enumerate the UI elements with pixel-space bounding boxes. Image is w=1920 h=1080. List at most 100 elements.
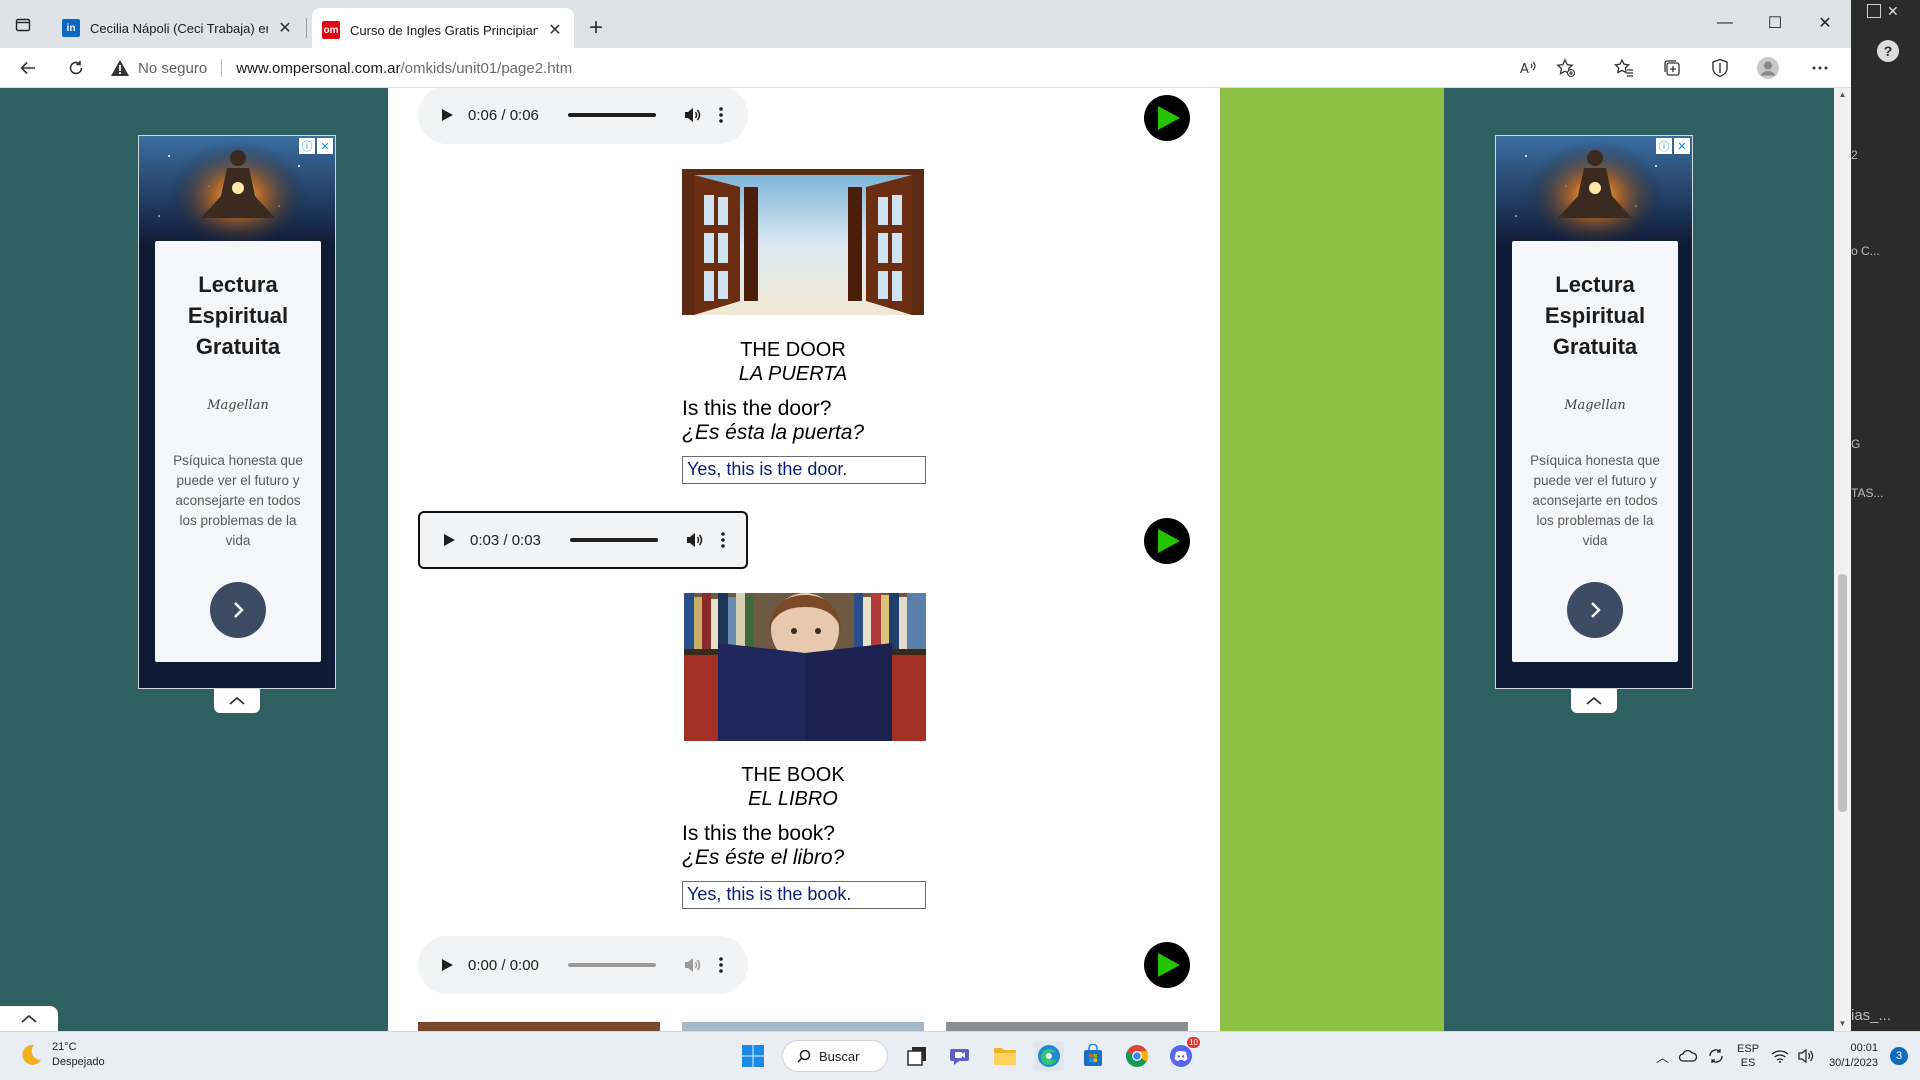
lang-bottom: ES [1740,1057,1756,1069]
ad-card[interactable]: Lectura Espiritual Gratuita Magellan Psí… [155,241,321,662]
audio-time: 0:03 / 0:03 [470,531,541,549]
play-icon[interactable] [442,533,456,547]
audio-player[interactable]: 0:06 / 0:06 [418,88,748,144]
ad-choices[interactable]: ⓘ ✕ [1656,138,1690,154]
more-vert-icon[interactable] [718,106,724,124]
wifi-icon[interactable] [1771,1049,1789,1063]
task-view-icon[interactable] [902,1041,932,1071]
ad-description: Psíquica honesta que puede ver el futuro… [173,453,303,548]
scroll-up-arrow-icon[interactable]: ▲ [1838,90,1847,100]
sync-icon[interactable] [1707,1047,1725,1065]
refresh-button[interactable] [60,52,92,84]
ad-collapse-button[interactable] [1571,689,1617,713]
close-icon[interactable]: ✕ [317,138,333,154]
ad-title-line: Espiritual [1544,303,1646,328]
minimize-button[interactable]: — [1700,8,1750,38]
info-icon[interactable]: ⓘ [299,138,315,154]
audio-progress[interactable] [570,538,658,542]
add-favorite-icon[interactable] [1554,56,1578,80]
help-icon[interactable]: ? [1877,40,1899,62]
chevron-right-icon [1591,602,1601,618]
scroll-thumb[interactable] [1838,574,1847,812]
omnibox[interactable]: No seguro www.ompersonal.com.ar/omkids/u… [110,52,1590,84]
page-scrollbar[interactable]: ▲ ▼ [1834,88,1851,1031]
file-explorer-icon[interactable] [990,1041,1020,1071]
favorites-icon[interactable] [1612,56,1636,80]
tab-linkedin[interactable]: in Cecilia Nápoli (Ceci Trabaja) en L ✕ [52,8,304,48]
discord-icon[interactable]: 10 [1166,1037,1200,1071]
scroll-down-arrow-icon[interactable]: ▼ [1838,1019,1847,1029]
close-window-button[interactable]: ✕ [1800,8,1850,38]
moon-icon [22,1044,41,1065]
question-es: ¿Es éste el libro? [682,846,845,869]
onedrive-icon[interactable] [1679,1049,1698,1063]
ad-title: Lectura Espiritual Gratuita [155,269,321,362]
teams-chat-icon[interactable] [946,1041,976,1071]
ad-next-button[interactable] [210,582,266,638]
ad-title-line: Lectura [1555,272,1635,297]
windows-start-icon[interactable] [738,1041,768,1071]
volume-icon[interactable] [684,530,704,550]
audio-progress[interactable] [568,963,656,967]
close-icon[interactable]: ✕ [1887,3,1899,20]
window-square-icon[interactable] [1867,4,1881,18]
ad-brand-logo: Magellan [1564,398,1626,413]
question: Is this the book? ¿Es éste el libro? [682,822,1002,870]
ad-title-line: Lectura [198,272,278,297]
audio-player[interactable]: 0:00 / 0:00 [418,936,748,994]
side-panel-item: TAS... [1851,486,1884,500]
ad-next-button[interactable] [1567,582,1623,638]
answer-field[interactable]: Yes, this is the door. [682,456,926,484]
play-icon[interactable] [440,958,454,972]
weather-temp: 21°C [52,1041,77,1053]
close-icon[interactable]: ✕ [276,19,294,37]
language-indicator[interactable]: ESP ES [1737,1042,1759,1070]
chrome-icon[interactable] [1122,1041,1152,1071]
play-button-green[interactable] [1144,942,1190,988]
ad-card[interactable]: Lectura Espiritual Gratuita Magellan Psí… [1512,241,1678,662]
collections-icon[interactable] [1660,56,1684,80]
more-options-icon[interactable] [1808,56,1832,80]
audio-player[interactable]: 0:03 / 0:03 [418,511,748,569]
omnibox-divider [221,59,223,77]
play-icon[interactable] [440,108,454,122]
back-button[interactable] [12,52,44,84]
volume-icon[interactable] [682,955,702,975]
ad-right[interactable]: ⓘ ✕ Lectura Espiritual Gratuita Magellan … [1495,135,1693,689]
info-icon[interactable]: ⓘ [1656,138,1672,154]
edge-browser-icon[interactable] [1034,1041,1064,1071]
audio-progress[interactable] [568,113,656,117]
notification-count-badge[interactable]: 3 [1890,1047,1908,1065]
close-icon[interactable]: ✕ [546,21,564,39]
answer-field[interactable]: Yes, this is the book. [682,881,926,909]
play-button-green[interactable] [1144,518,1190,564]
maximize-button[interactable]: ☐ [1750,8,1800,38]
side-panel-item: ias_... [1851,1007,1892,1024]
taskbar-search[interactable]: Buscar [782,1040,888,1072]
close-icon[interactable]: ✕ [1674,138,1690,154]
system-tray: ︿ ESP ES 00:01 30/1/2023 3 [1656,1032,1920,1080]
tab-actions-icon[interactable] [8,10,38,40]
security-label[interactable]: No seguro [138,60,207,77]
profile-avatar-icon[interactable] [1756,56,1780,80]
volume-icon[interactable] [682,105,702,125]
door-image [682,169,924,315]
more-vert-icon[interactable] [718,956,724,974]
more-vert-icon[interactable] [720,531,726,549]
new-tab-button[interactable]: + [582,14,610,42]
ad-collapse-button[interactable] [214,689,260,713]
play-button-green[interactable] [1144,95,1190,141]
microsoft-store-icon[interactable] [1078,1041,1108,1071]
tab-curso-ingles[interactable]: om Curso de Ingles Gratis Principiant ✕ [312,8,574,52]
ad-left[interactable]: ⓘ ✕ Lectura Espiritual Gratuita Magellan … [138,135,336,689]
bottom-ad-expand-button[interactable] [0,1006,58,1031]
chevron-up-icon[interactable]: ︿ [1656,1047,1669,1066]
speaker-icon[interactable] [1797,1048,1815,1064]
ad-choices[interactable]: ⓘ ✕ [299,138,333,154]
shield-icon[interactable] [1708,56,1732,80]
next-image-thumb [682,1022,924,1031]
ad-title: Lectura Espiritual Gratuita [1512,269,1678,362]
weather-widget[interactable]: 21°C Despejado [18,1040,105,1070]
read-aloud-icon[interactable]: A [1516,56,1540,80]
clock[interactable]: 00:01 30/1/2023 [1829,1041,1878,1071]
